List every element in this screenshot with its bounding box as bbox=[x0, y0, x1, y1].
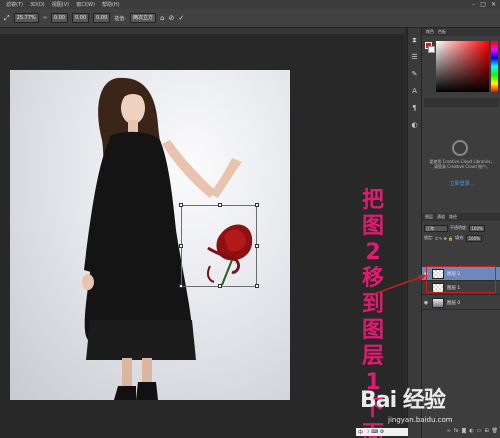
h-field[interactable]: 0.00 bbox=[93, 13, 111, 23]
close-icon[interactable]: ✕ bbox=[491, 1, 496, 8]
transform-icon[interactable]: ⤢ bbox=[4, 14, 10, 23]
libraries-bar[interactable] bbox=[424, 98, 499, 107]
cc-login-message: 要使用 Creative Cloud Libraries，请登录 Creativ… bbox=[429, 159, 495, 169]
handle-mid-right[interactable] bbox=[255, 244, 259, 248]
menu-bar: 滤镜(T) 3D(D) 视图(V) 窗口(W) 帮助(H) bbox=[0, 0, 500, 9]
creative-cloud-icon bbox=[452, 140, 468, 156]
layers-options: 正常 不透明度: 100% 锁定: ⌗ ✎ ✥ 🔒 填充: 100% bbox=[424, 224, 499, 244]
character-icon[interactable]: A bbox=[408, 87, 421, 104]
color-panel-tabs: 颜色 色板 bbox=[422, 28, 500, 36]
handle-top-left[interactable] bbox=[179, 203, 183, 207]
minimize-icon[interactable]: – bbox=[472, 1, 475, 8]
fill-field[interactable]: 100% bbox=[466, 234, 482, 242]
color-picker-field[interactable] bbox=[436, 41, 489, 92]
transform-bounding-box[interactable] bbox=[179, 203, 259, 288]
interp-label: 插值: bbox=[114, 15, 126, 22]
cc-login-link[interactable]: 立即登录... bbox=[428, 180, 496, 187]
ime-label: 中 bbox=[358, 429, 364, 436]
window-controls: – □ ✕ bbox=[472, 0, 496, 9]
layer-name: 图层 0 bbox=[447, 300, 461, 306]
ime-icons: ☽ ⌨ ⚙ bbox=[365, 429, 385, 435]
layer-highlight-box bbox=[426, 266, 496, 293]
handle-mid-left[interactable] bbox=[179, 244, 183, 248]
tab-layers[interactable]: 图层 bbox=[425, 214, 433, 220]
annotation-arrow-icon bbox=[373, 275, 426, 295]
ime-status-bar: 中 ☽ ⌨ ⚙ bbox=[356, 428, 408, 436]
link-icon[interactable]: ∞ bbox=[43, 15, 47, 21]
cancel-transform-icon[interactable]: ⊘ bbox=[168, 14, 174, 22]
lock-icons[interactable]: ⌗ ✎ ✥ 🔒 bbox=[435, 236, 453, 241]
options-bar: ⤢ 25.77% ∞ 0.00 0.00 0.00 插值: 两次立方 ⌂ ⊘ ✓ bbox=[0, 9, 500, 28]
x-field[interactable]: 25.77% bbox=[13, 13, 39, 23]
lock-label: 锁定: bbox=[424, 235, 434, 240]
paragraph-icon[interactable]: ¶ bbox=[408, 104, 421, 121]
warp-icon[interactable]: ⌂ bbox=[160, 14, 164, 22]
w-field[interactable]: 0.00 bbox=[72, 13, 90, 23]
history-icon[interactable]: ⧗ bbox=[408, 36, 421, 53]
baidu-watermark: Bai 经验 jingyan.baidu.com bbox=[360, 382, 500, 432]
opacity-label: 不透明度: bbox=[450, 225, 468, 230]
visibility-eye-icon[interactable]: ◉ bbox=[422, 300, 430, 306]
right-panel: 颜色 色板 要使用 Creative Cloud Libraries，请登录 C… bbox=[421, 28, 500, 438]
menu-item-filter[interactable]: 滤镜(T) bbox=[6, 1, 23, 8]
properties-icon[interactable]: ☰ bbox=[408, 53, 421, 70]
background-color-swatch[interactable] bbox=[428, 46, 435, 53]
watermark-url: jingyan.baidu.com bbox=[388, 416, 453, 424]
panel-icon-strip: ⧗ ☰ ✎ A ¶ ◐ bbox=[407, 28, 421, 438]
layer-row-0[interactable]: ◉ 图层 0 bbox=[422, 296, 500, 310]
handle-bottom-right[interactable] bbox=[255, 284, 259, 288]
tab-color[interactable]: 颜色 bbox=[426, 29, 434, 35]
maximize-icon[interactable]: □ bbox=[480, 1, 486, 8]
tab-paths[interactable]: 路径 bbox=[449, 214, 457, 220]
hue-slider[interactable] bbox=[491, 41, 498, 92]
fill-label: 填充: bbox=[455, 235, 465, 240]
tab-swatches[interactable]: 色板 bbox=[438, 29, 446, 35]
menu-item-view[interactable]: 视图(V) bbox=[52, 1, 69, 8]
handle-bottom-mid[interactable] bbox=[218, 284, 222, 288]
handle-top-mid[interactable] bbox=[218, 203, 222, 207]
brush-preset-icon[interactable]: ✎ bbox=[408, 70, 421, 87]
layer-thumbnail bbox=[432, 297, 444, 308]
y-field[interactable]: 0.00 bbox=[50, 13, 68, 23]
commit-transform-icon[interactable]: ✓ bbox=[178, 14, 184, 22]
interp-select[interactable]: 两次立方 bbox=[129, 13, 156, 23]
adjustments-icon[interactable]: ◐ bbox=[408, 121, 421, 138]
baidu-logo: Bai 经验 bbox=[360, 388, 446, 413]
layers-panel-tabs: 图层 通道 路径 bbox=[422, 213, 500, 221]
opacity-field[interactable]: 100% bbox=[469, 224, 485, 232]
handle-top-right[interactable] bbox=[255, 203, 259, 207]
menu-item-3d[interactable]: 3D(D) bbox=[30, 2, 45, 8]
menu-item-help[interactable]: 帮助(H) bbox=[102, 1, 120, 8]
tab-channels[interactable]: 通道 bbox=[437, 214, 445, 220]
menu-item-window[interactable]: 窗口(W) bbox=[76, 1, 95, 8]
blend-mode-select[interactable]: 正常 bbox=[424, 224, 448, 232]
handle-bottom-left[interactable] bbox=[179, 284, 183, 288]
